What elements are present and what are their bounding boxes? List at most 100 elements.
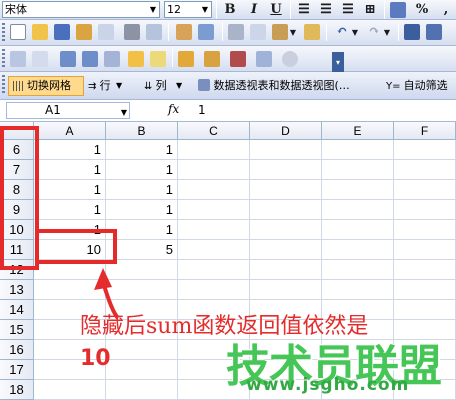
table-cell[interactable]	[250, 200, 322, 220]
toggle-grid-button[interactable]: 切换网格	[8, 76, 84, 96]
open-folder-icon[interactable]	[32, 24, 48, 40]
row-header[interactable]: 15	[0, 320, 34, 340]
table-cell[interactable]	[322, 220, 394, 240]
row-header[interactable]: 18	[0, 380, 34, 400]
comment-icon[interactable]	[150, 51, 166, 67]
chevron-down-icon[interactable]: ▼	[121, 105, 127, 120]
paste-icon[interactable]	[272, 24, 288, 40]
trace-dependents-icon[interactable]	[82, 51, 98, 67]
column-header[interactable]: F	[394, 122, 456, 140]
align-right-icon[interactable]: ☰	[338, 0, 358, 20]
row-button[interactable]: ⇉ 行	[88, 77, 111, 95]
table-cell[interactable]	[178, 200, 250, 220]
table-cell[interactable]	[178, 220, 250, 240]
row-header[interactable]: 8	[0, 180, 34, 200]
print-preview-icon[interactable]	[146, 24, 162, 40]
row-header[interactable]: 13	[0, 280, 34, 300]
font-name-select[interactable]: 宋体 ▼	[2, 1, 160, 18]
column-button[interactable]: ⇊ 列	[144, 77, 167, 95]
watch-window-icon[interactable]	[230, 51, 246, 67]
table-cell[interactable]	[178, 280, 250, 300]
email-icon[interactable]	[98, 24, 114, 40]
hyperlink-icon[interactable]	[404, 24, 420, 40]
table-cell[interactable]	[106, 260, 178, 280]
circle-invalid-icon[interactable]	[178, 51, 194, 67]
insert-cells-icon[interactable]	[10, 51, 26, 67]
comma-style-button[interactable]: ,	[436, 0, 456, 20]
copy-icon[interactable]	[250, 24, 266, 40]
pivot-table-button[interactable]: 数据透视表和数据透视图(…	[198, 77, 350, 95]
table-cell[interactable]	[34, 380, 106, 400]
formula-input[interactable]: 1	[198, 102, 206, 119]
chevron-down-icon[interactable]: ▼	[382, 22, 392, 42]
bold-button[interactable]: B	[220, 0, 240, 20]
row-header[interactable]: 14	[0, 300, 34, 320]
trace-precedents-icon[interactable]	[60, 51, 76, 67]
print-icon[interactable]	[124, 24, 140, 40]
options-icon[interactable]	[282, 51, 298, 67]
row-header[interactable]: 7	[0, 160, 34, 180]
merge-center-icon[interactable]: ⊞	[360, 0, 380, 20]
name-box[interactable]: A1 ▼	[6, 102, 130, 119]
column-icon[interactable]	[32, 51, 48, 67]
table-cell[interactable]	[394, 160, 456, 180]
undo-icon[interactable]: ↶	[332, 22, 352, 42]
chevron-down-icon[interactable]: ▼	[147, 2, 159, 17]
toolbar-options-icon[interactable]: ▾	[332, 52, 344, 72]
table-cell[interactable]: 1	[106, 200, 178, 220]
table-cell[interactable]	[394, 220, 456, 240]
align-left-icon[interactable]: ☰	[294, 0, 314, 20]
table-cell[interactable]: 10	[34, 240, 106, 260]
clear-circles-icon[interactable]	[204, 51, 220, 67]
evaluate-formula-icon[interactable]	[256, 51, 272, 67]
table-cell[interactable]	[394, 260, 456, 280]
table-cell[interactable]	[34, 260, 106, 280]
chevron-down-icon[interactable]: ▼	[176, 77, 182, 95]
chevron-down-icon[interactable]: ▼	[116, 77, 122, 95]
row-header[interactable]: 17	[0, 360, 34, 380]
table-cell[interactable]	[322, 200, 394, 220]
cut-icon[interactable]	[228, 24, 244, 40]
table-cell[interactable]: 1	[34, 200, 106, 220]
table-cell[interactable]: 1	[34, 140, 106, 160]
format-painter-icon[interactable]	[304, 24, 320, 40]
align-center-icon[interactable]: ☰	[316, 0, 336, 20]
toolbar-grip[interactable]	[2, 49, 5, 67]
column-header[interactable]: D	[250, 122, 322, 140]
table-cell[interactable]	[322, 240, 394, 260]
row-header[interactable]: 11	[0, 240, 34, 260]
table-cell[interactable]	[322, 260, 394, 280]
row-header[interactable]: 6	[0, 140, 34, 160]
table-cell[interactable]: 1	[106, 160, 178, 180]
table-cell[interactable]	[394, 140, 456, 160]
table-cell[interactable]	[322, 160, 394, 180]
table-cell[interactable]	[250, 280, 322, 300]
column-header[interactable]: E	[322, 122, 394, 140]
column-header[interactable]: C	[178, 122, 250, 140]
table-cell[interactable]: 1	[34, 160, 106, 180]
autofilter-button[interactable]: Y= 自动筛选	[386, 77, 448, 95]
underline-button[interactable]: U	[266, 0, 286, 20]
table-cell[interactable]: 1	[106, 180, 178, 200]
table-cell[interactable]	[106, 360, 178, 380]
new-file-icon[interactable]	[10, 24, 26, 40]
table-cell[interactable]	[178, 240, 250, 260]
table-cell[interactable]	[178, 140, 250, 160]
row-header[interactable]: 9	[0, 200, 34, 220]
percent-button[interactable]: %	[412, 0, 432, 20]
trace-error-icon[interactable]	[128, 51, 144, 67]
table-cell[interactable]	[250, 180, 322, 200]
table-cell[interactable]: 1	[34, 220, 106, 240]
currency-icon[interactable]	[390, 2, 406, 18]
table-cell[interactable]	[34, 280, 106, 300]
chevron-down-icon[interactable]: ▼	[288, 22, 298, 42]
toolbar-grip[interactable]	[2, 75, 5, 93]
table-cell[interactable]	[394, 280, 456, 300]
table-cell[interactable]	[394, 200, 456, 220]
table-cell[interactable]	[250, 160, 322, 180]
chevron-down-icon[interactable]: ▼	[350, 22, 360, 42]
chevron-down-icon[interactable]: ▼	[199, 2, 211, 17]
table-cell[interactable]	[394, 180, 456, 200]
table-cell[interactable]	[250, 220, 322, 240]
table-cell[interactable]	[322, 140, 394, 160]
